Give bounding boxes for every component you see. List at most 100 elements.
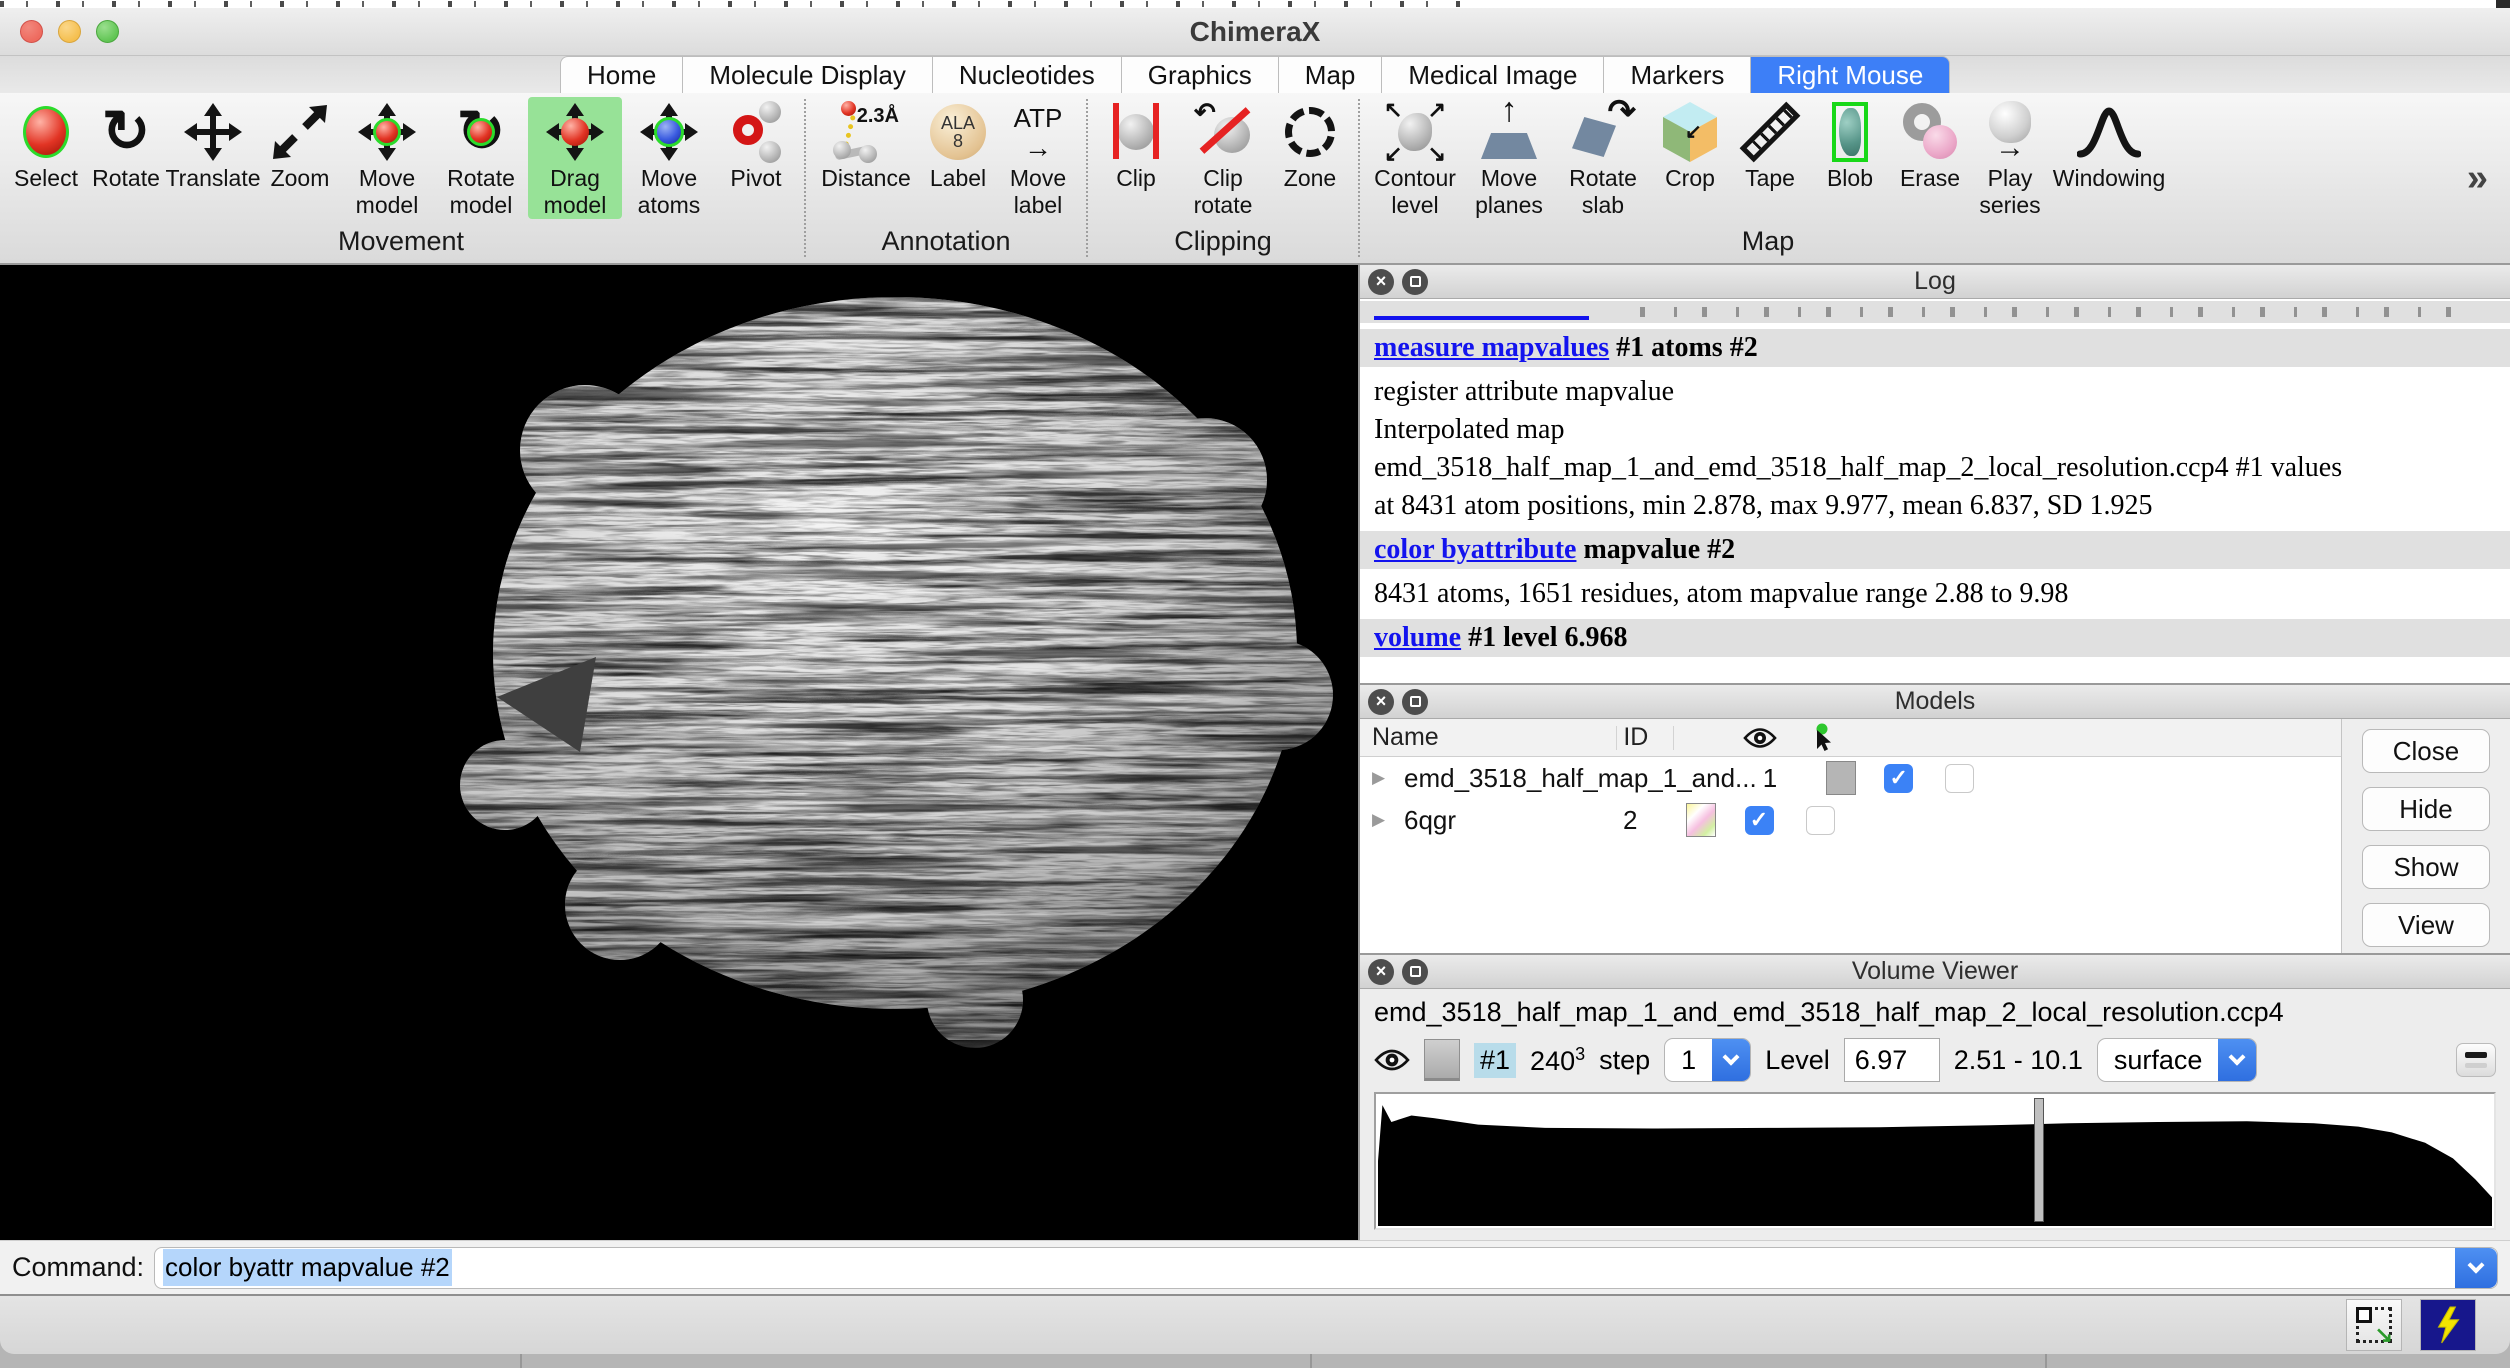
display-style-select[interactable]: surface — [2097, 1038, 2258, 1082]
graphics-viewport[interactable] — [0, 265, 1358, 1240]
zone-tool-button[interactable]: Zone — [1270, 97, 1350, 192]
rotate-model-tool-button[interactable]: ↻ Rotate model — [434, 97, 528, 219]
tab-markers[interactable]: Markers — [1603, 56, 1750, 93]
rotate-slab-tool-button[interactable]: ↷ Rotate slab — [1556, 97, 1650, 219]
clip-rotate-tool-button[interactable]: ↶ Clip rotate — [1176, 97, 1270, 219]
histogram-plot — [1378, 1096, 2492, 1226]
log-command-link[interactable]: color byattribute — [1374, 534, 1576, 565]
lightning-bolt-icon — [2433, 1306, 2463, 1344]
section-label-clipping: Clipping — [1096, 224, 1350, 263]
move-label-tool-button[interactable]: ATP → Move label — [998, 97, 1078, 219]
volume-shown-eye-icon[interactable] — [1374, 1048, 1410, 1072]
model-row-2[interactable]: ▶6qgr 2 ✓ — [1360, 799, 2341, 841]
disclosure-triangle-icon[interactable]: ▶ — [1372, 810, 1394, 830]
clip-tool-button[interactable]: Clip — [1096, 97, 1176, 192]
column-header-shown[interactable] — [1730, 727, 1790, 749]
toolbar-overflow-button[interactable]: » — [2445, 93, 2510, 263]
close-model-button[interactable]: Close — [2362, 729, 2490, 773]
chevron-down-icon — [2218, 1039, 2256, 1081]
crop-icon: ↙ — [1657, 99, 1723, 165]
model-shown-checkbox[interactable]: ✓ — [1745, 806, 1774, 835]
section-label-map: Map — [1368, 224, 2168, 263]
command-history-dropdown-button[interactable] — [2455, 1248, 2497, 1288]
model-shown-checkbox[interactable]: ✓ — [1884, 764, 1913, 793]
volume-viewer-float-icon[interactable] — [1402, 959, 1428, 985]
tab-map[interactable]: Map — [1278, 56, 1382, 93]
tape-tool-button[interactable]: Tape — [1730, 97, 1810, 192]
zoom-tool-button[interactable]: Zoom — [260, 97, 340, 192]
log-command-link[interactable]: volume — [1374, 622, 1461, 653]
tab-nucleotides[interactable]: Nucleotides — [932, 56, 1121, 93]
view-model-button[interactable]: View — [2362, 903, 2490, 947]
model-color-swatch[interactable] — [1826, 761, 1856, 795]
fast-mode-button[interactable] — [2420, 1299, 2476, 1351]
clipped-text-fragments — [0, 1, 1460, 7]
level-label: Level — [1765, 1045, 1830, 1076]
disclosure-triangle-icon[interactable]: ▶ — [1372, 768, 1394, 788]
collapse-panel-button[interactable] — [2456, 1043, 2496, 1077]
volume-viewer-title: Volume Viewer — [1360, 957, 2510, 986]
blob-tool-button[interactable]: Blob — [1810, 97, 1890, 192]
hide-model-button[interactable]: Hide — [2362, 787, 2490, 831]
pivot-icon — [723, 99, 789, 165]
command-input[interactable]: color byattr mapvalue #2 — [154, 1247, 2498, 1289]
log-command-link[interactable]: measure mapvalues — [1374, 332, 1609, 363]
snapshot-button[interactable]: ↘ — [2346, 1299, 2402, 1351]
move-model-icon — [354, 99, 420, 165]
toolbar-section-clipping: Clip ↶ Clip rotate Zone Cli — [1090, 93, 1356, 263]
window-title: ChimeraX — [0, 16, 2510, 48]
chimerax-window: ChimeraX Home Molecule Display Nucleotid… — [0, 0, 2510, 1368]
model-selected-checkbox[interactable] — [1806, 806, 1835, 835]
column-header-selected[interactable] — [1790, 723, 1852, 753]
clipped-top-strip — [0, 0, 2510, 8]
drag-model-tool-button[interactable]: Drag model — [528, 97, 622, 219]
tab-graphics[interactable]: Graphics — [1121, 56, 1278, 93]
models-close-icon[interactable]: × — [1368, 689, 1394, 715]
volume-color-button[interactable] — [1424, 1039, 1460, 1081]
column-header-name[interactable]: Name — [1360, 723, 1616, 752]
move-planes-tool-button[interactable]: ↑ Move planes — [1462, 97, 1556, 219]
column-header-id[interactable]: ID — [1617, 723, 1673, 752]
log-content[interactable]: measure mapvalues #1 atoms #2 register a… — [1360, 299, 2510, 683]
log-output-line: at 8431 atom positions, min 2.878, max 9… — [1360, 487, 2510, 525]
log-float-icon[interactable] — [1402, 269, 1428, 295]
crop-tool-button[interactable]: ↙ Crop — [1650, 97, 1730, 192]
move-model-tool-button[interactable]: Move model — [340, 97, 434, 219]
log-output-line: register attribute mapvalue — [1360, 373, 2510, 411]
tab-medical-image[interactable]: Medical Image — [1381, 56, 1603, 93]
step-select[interactable]: 1 — [1664, 1038, 1751, 1082]
model-color-swatch[interactable] — [1686, 803, 1716, 837]
windowing-tool-button[interactable]: Windowing — [2050, 97, 2168, 192]
label-tool-button[interactable]: ALA 8 Label — [918, 97, 998, 192]
level-input[interactable]: 6.97 — [1844, 1038, 1940, 1082]
show-model-button[interactable]: Show — [2362, 845, 2490, 889]
volume-histogram[interactable] — [1374, 1092, 2496, 1230]
tab-right-mouse[interactable]: Right Mouse — [1750, 56, 1950, 93]
volume-viewer-close-icon[interactable]: × — [1368, 959, 1394, 985]
model-row-1[interactable]: ▶emd_3518_half_map_1_and... 1 ✓ — [1360, 757, 2341, 799]
windowing-icon — [2076, 99, 2142, 165]
contour-level-tool-button[interactable]: ↖ ↗ ↙ ↘ Contour level — [1368, 97, 1462, 219]
move-atoms-tool-button[interactable]: Move atoms — [622, 97, 716, 219]
tab-molecule-display[interactable]: Molecule Display — [682, 56, 932, 93]
drag-model-icon — [542, 99, 608, 165]
translate-tool-button[interactable]: Translate — [166, 97, 260, 192]
models-float-icon[interactable] — [1402, 689, 1428, 715]
rotate-icon: ↻ — [93, 99, 159, 165]
pivot-tool-button[interactable]: Pivot — [716, 97, 796, 192]
volume-filename: emd_3518_half_map_1_and_emd_3518_half_ma… — [1360, 989, 2510, 1030]
select-tool-button[interactable]: Select — [6, 97, 86, 192]
log-close-icon[interactable]: × — [1368, 269, 1394, 295]
tab-home[interactable]: Home — [560, 56, 682, 93]
play-series-tool-button[interactable]: → Play series — [1970, 97, 2050, 219]
erase-icon — [1897, 99, 1963, 165]
rotate-tool-button[interactable]: ↻ Rotate — [86, 97, 166, 192]
threshold-marker-handle[interactable] — [2034, 1098, 2044, 1222]
model-selected-checkbox[interactable] — [1945, 764, 1974, 793]
translate-icon — [180, 99, 246, 165]
log-output-line: emd_3518_half_map_1_and_emd_3518_half_ma… — [1360, 449, 2510, 487]
erase-tool-button[interactable]: Erase — [1890, 97, 1970, 192]
rotate-model-icon: ↻ — [448, 99, 514, 165]
distance-tool-button[interactable]: 2.3Å Distance — [814, 97, 918, 192]
desktop-strip — [0, 1354, 2510, 1368]
